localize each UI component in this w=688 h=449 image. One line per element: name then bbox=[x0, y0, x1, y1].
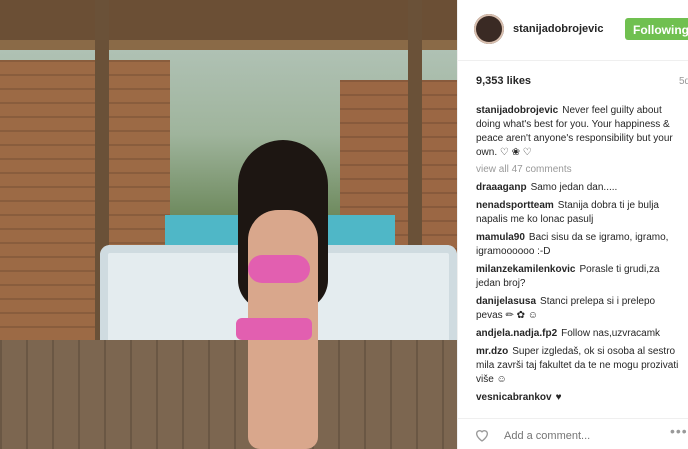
photo-roof bbox=[0, 0, 457, 50]
comment-username[interactable]: andjela.nadja.fp2 bbox=[476, 328, 557, 339]
comment-username[interactable]: vesnicabrankov bbox=[476, 392, 552, 403]
likes-count[interactable]: 9,353 likes bbox=[476, 75, 531, 87]
instagram-post-view: stanijadobrojevic Following 9,353 likes … bbox=[0, 0, 688, 449]
list-item: danijelasusa Stanci prelepa si i prelepo … bbox=[476, 295, 684, 323]
list-item: andjela.nadja.fp2 Follow nas,uzvracamk bbox=[476, 327, 684, 341]
comment-username[interactable]: stanijadobrojevic bbox=[476, 105, 558, 116]
comment-username[interactable]: mr.dzo bbox=[476, 346, 508, 357]
caption: stanijadobrojevic Never feel guilty about… bbox=[476, 104, 684, 160]
comment-text: Follow nas,uzvracamk bbox=[561, 328, 661, 339]
list-item: vesnicabrankov ♥ bbox=[476, 391, 684, 405]
post-time[interactable]: 5d bbox=[679, 76, 688, 87]
comment-username[interactable]: milanzekamilenkovic bbox=[476, 264, 576, 275]
photo-person bbox=[218, 140, 338, 449]
comment-username[interactable]: danijelasusa bbox=[476, 296, 536, 307]
list-item: nenadsportteam Stanija dobra ti je bulja … bbox=[476, 199, 684, 227]
list-item: mr.dzo Super izgledaš, ok si osoba al ses… bbox=[476, 345, 684, 387]
comment-username[interactable]: nenadsportteam bbox=[476, 200, 554, 211]
comment-text: ♥ bbox=[555, 392, 562, 403]
post-sidebar: stanijadobrojevic Following 9,353 likes … bbox=[457, 0, 688, 449]
avatar[interactable] bbox=[474, 14, 504, 44]
list-item: milanzekamilenkovic Porasle ti grudi,za j… bbox=[476, 263, 684, 291]
following-button[interactable]: Following bbox=[625, 18, 688, 40]
comment-text: Samo jedan dan..... bbox=[530, 182, 618, 193]
heart-icon[interactable] bbox=[474, 427, 490, 443]
view-all-comments-link[interactable]: view all 47 comments bbox=[476, 164, 684, 175]
comment-username[interactable]: draaaganp bbox=[476, 182, 527, 193]
list-item: mamula90 Baci sisu da se igramo, igramo, … bbox=[476, 231, 684, 259]
post-photo[interactable] bbox=[0, 0, 457, 449]
list-item: draaaganp Samo jedan dan..... bbox=[476, 181, 684, 195]
post-header: stanijadobrojevic Following bbox=[458, 0, 688, 61]
comment-username[interactable]: mamula90 bbox=[476, 232, 525, 243]
more-options-icon[interactable]: ••• bbox=[670, 423, 688, 439]
comments-list: stanijadobrojevic Never feel guilty about… bbox=[476, 104, 684, 409]
post-username[interactable]: stanijadobrojevic bbox=[513, 23, 603, 35]
add-comment-input[interactable] bbox=[502, 426, 666, 446]
comment-bar: ••• bbox=[458, 418, 688, 449]
